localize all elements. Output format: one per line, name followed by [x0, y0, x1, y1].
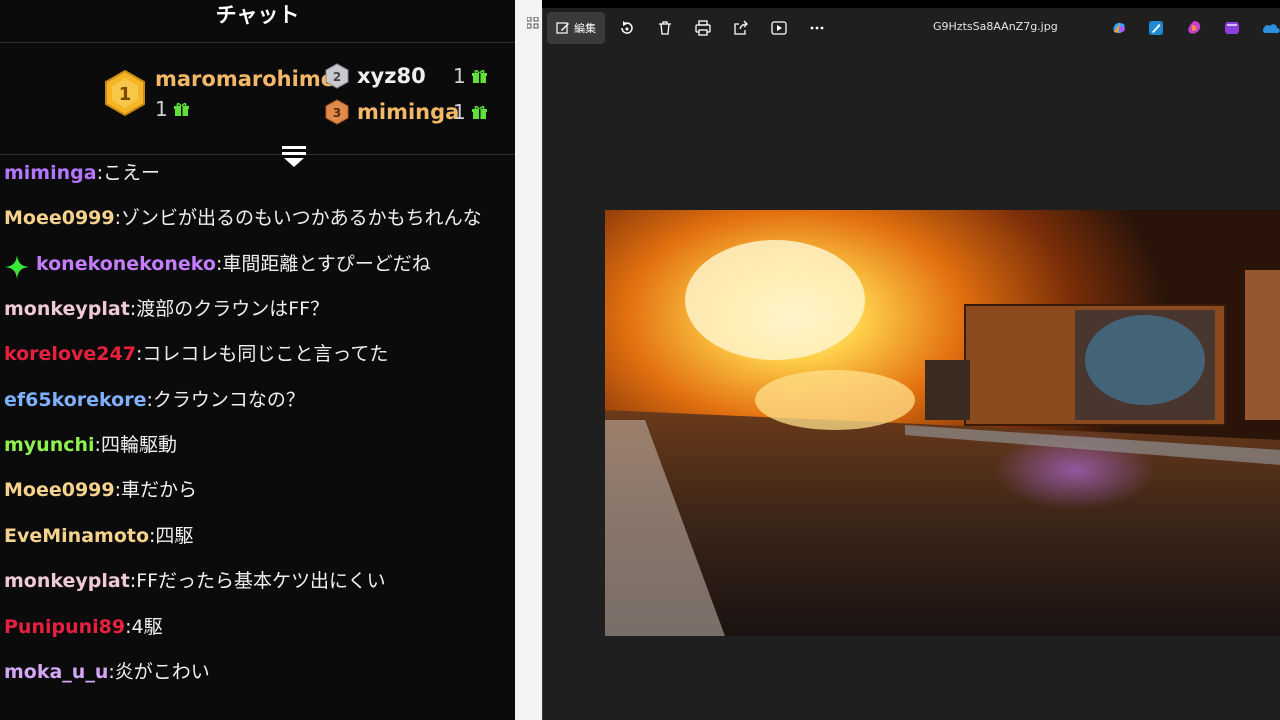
chat-username[interactable]: myunchi	[4, 423, 95, 468]
sparkle-icon	[4, 252, 30, 279]
delete-button[interactable]	[653, 12, 677, 44]
chat-username[interactable]: miminga	[4, 151, 97, 196]
rotate-icon	[621, 21, 633, 34]
chat-message: miminga: こえー	[4, 151, 514, 196]
chat-text: コレコレも同じこと言ってた	[142, 343, 389, 365]
chat-text: 四輪駆動	[100, 434, 177, 456]
svg-text:2: 2	[333, 70, 341, 84]
chat-username[interactable]: Punipuni89	[4, 605, 125, 650]
copilot-icon[interactable]	[1111, 20, 1127, 36]
chat-text: ゾンビが出るのもいつかあるかもちれんな	[121, 207, 482, 229]
chat-username[interactable]: Moee0999	[4, 468, 115, 513]
file-name: G9HztsSa8AAnZ7g.jpg	[933, 20, 1058, 33]
print-button[interactable]	[691, 12, 715, 44]
designer-icon[interactable]	[1186, 20, 1202, 36]
edit-label: 編集	[574, 22, 596, 35]
chat-message: EveMinamoto: 四駆	[4, 514, 514, 559]
chat-username[interactable]: ef65korekore	[4, 378, 146, 423]
chat-message: korelove247: コレコレも同じこと言ってた	[4, 332, 514, 377]
chat-text: こえー	[102, 162, 160, 184]
divider-line	[0, 42, 515, 43]
edit-icon	[556, 22, 569, 34]
chat-text: 4駆	[131, 616, 163, 638]
chat-text: FFだったら基本ケツ出にくい	[136, 570, 386, 592]
leaderboard-count: 1	[453, 99, 487, 125]
edit-app-icon[interactable]	[1148, 20, 1164, 36]
chat-message: konekonekoneko: 車間距離とすぴーどだね	[4, 242, 514, 287]
chat-username[interactable]: Moee0999	[4, 196, 115, 241]
gift-icon	[471, 69, 487, 83]
chat-username[interactable]: moka_u_u	[4, 650, 108, 695]
chat-message-list[interactable]: miminga: こえー Moee0999: ゾンビが出るのもいつかあるかもちれ…	[0, 151, 515, 720]
photo-viewer-window: 編集 G9HztsSa8AAnZ7g.jpg	[542, 8, 1280, 720]
leaderboard-name[interactable]: miminga	[357, 99, 459, 125]
apps-grid-icon[interactable]	[527, 17, 539, 29]
more-button[interactable]	[805, 12, 829, 44]
gift-count: 1	[155, 97, 168, 121]
gift-count: 1	[453, 100, 466, 124]
chat-message: Moee0999: 車だから	[4, 468, 514, 513]
chat-text: 車だから	[121, 479, 198, 501]
chat-message: ef65korekore: クラウンコなの？	[4, 378, 514, 423]
gift-count: 1	[453, 64, 466, 88]
chat-username[interactable]: EveMinamoto	[4, 514, 149, 559]
slideshow-button[interactable]	[767, 12, 791, 44]
share-icon	[734, 20, 748, 35]
slideshow-icon	[771, 21, 787, 35]
rank-2-badge-icon: 2	[325, 63, 349, 89]
chat-message: myunchi: 四輪駆動	[4, 423, 514, 468]
chat-username[interactable]: korelove247	[4, 332, 136, 377]
svg-text:1: 1	[119, 84, 132, 105]
edit-button[interactable]: 編集	[547, 12, 605, 44]
onedrive-icon[interactable]	[1262, 22, 1280, 34]
chat-message: monkeyplat: 渡部のクラウンはFF？	[4, 287, 514, 332]
chat-text: 車間距離とすぴーどだね	[222, 253, 431, 275]
rank-1-badge-icon: 1	[105, 69, 145, 117]
leaderboard-name[interactable]: maromarohime	[155, 66, 335, 92]
clipchamp-icon[interactable]	[1224, 20, 1240, 36]
chat-username[interactable]: konekonekoneko	[36, 242, 216, 287]
leaderboard-count: 1	[453, 63, 487, 89]
print-icon	[695, 20, 711, 36]
viewer-toolbar: 編集 G9HztsSa8AAnZ7g.jpg	[543, 8, 1280, 48]
chat-text: クラウンコなの？	[152, 389, 305, 411]
rank-3-badge-icon: 3	[325, 99, 349, 125]
chat-text: 渡部のクラウンはFF？	[136, 298, 330, 320]
gift-icon	[471, 105, 487, 119]
svg-text:3: 3	[333, 106, 341, 120]
chat-message: Punipuni89: 4駆	[4, 605, 514, 650]
gift-icon	[173, 102, 189, 116]
chat-panel: チャット 1 maromarohime 1 2 xyz80 1 3 miming…	[0, 0, 515, 720]
chat-title: チャット	[215, 3, 300, 27]
window-gap	[515, 0, 542, 720]
rotate-button[interactable]	[615, 12, 639, 44]
chat-username[interactable]: monkeyplat	[4, 287, 130, 332]
displayed-photo[interactable]	[605, 210, 1280, 636]
leaderboard-name[interactable]: xyz80	[357, 63, 426, 89]
chat-text: 四駆	[155, 525, 194, 547]
chat-message: Moee0999: ゾンビが出るのもいつかあるかもちれんな	[4, 196, 514, 241]
chat-message: moka_u_u: 炎がこわい	[4, 650, 514, 695]
chat-username[interactable]: monkeyplat	[4, 559, 130, 604]
more-icon	[810, 26, 824, 30]
chat-message: monkeyplat: FFだったら基本ケツ出にくい	[4, 559, 514, 604]
leaderboard-count: 1	[155, 96, 189, 122]
chat-text: 炎がこわい	[114, 661, 210, 683]
share-button[interactable]	[729, 12, 753, 44]
delete-icon	[659, 21, 671, 35]
